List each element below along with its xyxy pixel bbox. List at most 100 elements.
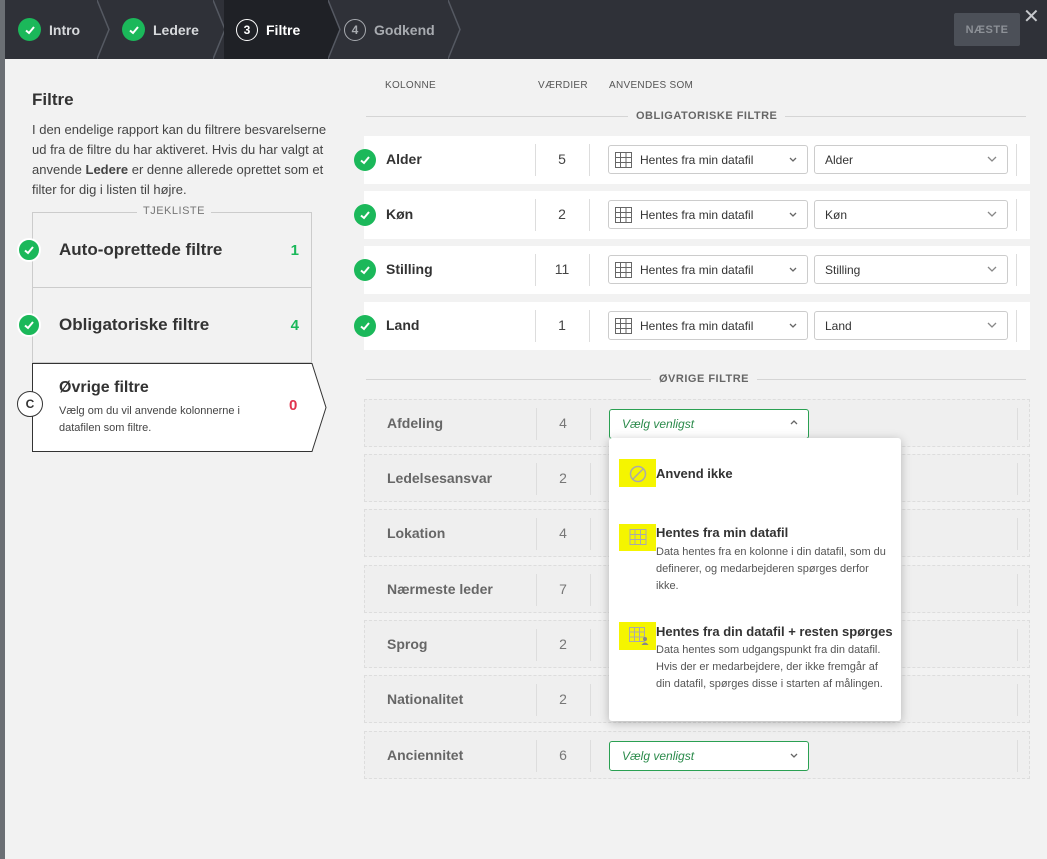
close-icon[interactable]: ✕ <box>1023 4 1040 29</box>
checklist-item-count: 1 <box>290 242 299 259</box>
divider <box>590 463 591 495</box>
filter-name: Lokation <box>387 525 446 541</box>
source-select[interactable]: Hentes fra min datafil <box>608 200 808 229</box>
checklist: TJEKLISTE Auto-oprettede filtre 1 Obliga… <box>17 205 327 452</box>
checklist-item-count: 0 <box>289 397 298 414</box>
intro-text-bold: Ledere <box>85 162 129 177</box>
select-value: Hentes fra min datafil <box>640 152 754 167</box>
filter-values: 2 <box>559 636 567 652</box>
checklist-item-count: 4 <box>290 317 299 334</box>
divider <box>590 629 591 661</box>
divider <box>1016 254 1017 286</box>
filter-values: 4 <box>559 525 567 541</box>
chevron-down-icon <box>789 323 797 328</box>
step-number: 3 <box>236 18 258 41</box>
filter-values: 11 <box>554 261 570 277</box>
next-button[interactable]: NÆSTE <box>954 13 1020 46</box>
usage-select-open[interactable]: Vælg venligst <box>609 409 809 439</box>
grid-icon <box>629 529 647 545</box>
checklist-item-title: Øvrige filtre <box>59 379 149 396</box>
filter-values: 2 <box>559 470 567 486</box>
check-icon <box>354 149 376 171</box>
option-anvend-ikke[interactable]: Anvend ikke <box>609 438 901 514</box>
step-active-arrow <box>328 0 341 59</box>
step-label: Godkend <box>374 21 435 38</box>
chevron-down-icon <box>987 322 997 328</box>
option-title: Hentes fra din datafil + resten spørges <box>656 624 893 639</box>
chevron-down-icon <box>789 212 797 217</box>
ban-icon <box>629 465 647 483</box>
option-title: Hentes fra min datafil <box>656 525 789 540</box>
step-label: Filtre <box>266 21 301 38</box>
select-value: Vælg venligst <box>622 749 695 763</box>
usage-select[interactable]: Vælg venligst <box>609 741 809 771</box>
column-select[interactable]: Stilling <box>814 255 1008 284</box>
select-value: Hentes fra min datafil <box>640 262 754 277</box>
divider <box>589 254 590 286</box>
option-hentes-datafil[interactable]: Hentes fra min datafil Data hentes fra e… <box>609 514 901 604</box>
divider <box>1016 199 1017 231</box>
column-select[interactable]: Køn <box>814 200 1008 229</box>
grid-person-icon <box>629 627 649 645</box>
filter-row: Land 1 Hentes fra min datafil Land <box>354 302 1030 350</box>
filter-name: Ledelsesansvar <box>387 470 493 486</box>
section-mandatory: OBLIGATORISKE FILTRE <box>628 110 786 122</box>
filter-values: 2 <box>558 206 566 222</box>
filter-name: Køn <box>386 206 414 222</box>
option-desc: Data hentes som udgangspunkt fra din dat… <box>656 644 883 690</box>
select-value: Vælg venligst <box>622 417 695 431</box>
step-filtre[interactable]: 3 Filtre <box>224 0 328 59</box>
grid-icon <box>615 262 632 278</box>
select-value: Stilling <box>825 262 861 277</box>
check-icon <box>122 18 145 41</box>
stepper-bar: Intro Ledere 3 Filtre 4 Godkend NÆSTE ✕ <box>5 0 1047 59</box>
check-icon <box>354 204 376 226</box>
divider <box>1017 684 1018 716</box>
checklist-item-mandatory[interactable]: Obligatoriske filtre 4 <box>17 288 311 363</box>
grid-icon <box>615 152 632 168</box>
column-select[interactable]: Land <box>814 311 1008 340</box>
filter-modal: Intro Ledere 3 Filtre 4 Godkend NÆSTE ✕ … <box>5 0 1047 859</box>
chevron-down-icon <box>789 267 797 272</box>
usage-dropdown-menu: Anvend ikke Hentes fra min datafil Data … <box>609 438 901 721</box>
filter-name: Afdeling <box>387 415 443 431</box>
chevron-down-icon <box>987 156 997 162</box>
check-icon <box>354 259 376 281</box>
divider <box>1017 518 1018 550</box>
select-value: Hentes fra min datafil <box>640 318 754 333</box>
col-header-kolonne: KOLONNE <box>385 80 437 91</box>
filter-name: Land <box>386 317 420 333</box>
filter-name: Nærmeste leder <box>387 581 493 597</box>
step-marker: C <box>17 391 43 417</box>
chevron-up-icon <box>790 420 798 425</box>
filter-name: Alder <box>386 151 422 167</box>
step-number: 4 <box>344 18 366 41</box>
filter-row: Stilling 11 Hentes fra min datafil Still… <box>354 246 1030 294</box>
divider <box>590 740 591 772</box>
divider <box>590 408 591 440</box>
step-label: Intro <box>49 21 81 38</box>
source-select[interactable]: Hentes fra min datafil <box>608 311 808 340</box>
option-hentes-datafil-spoerges[interactable]: Hentes fra din datafil + resten spørges … <box>609 614 901 721</box>
divider <box>1017 408 1018 440</box>
checklist-item-other[interactable]: C Øvrige filtre Vælg om du vil anvende k… <box>17 363 333 452</box>
filter-values: 4 <box>559 415 567 431</box>
divider <box>589 199 590 231</box>
divider <box>590 574 591 606</box>
column-select[interactable]: Alder <box>814 145 1008 174</box>
divider <box>1017 740 1018 772</box>
divider <box>1017 463 1018 495</box>
filter-values: 5 <box>558 151 566 167</box>
option-title: Anvend ikke <box>656 466 733 481</box>
step-intro[interactable]: Intro <box>5 0 110 59</box>
step-ledere[interactable]: Ledere <box>109 0 226 59</box>
checklist-item-auto[interactable]: Auto-oprettede filtre 1 <box>17 213 311 288</box>
divider <box>590 518 591 550</box>
source-select[interactable]: Hentes fra min datafil <box>608 145 808 174</box>
source-select[interactable]: Hentes fra min datafil <box>608 255 808 284</box>
step-godkend[interactable]: 4 Godkend <box>342 0 462 59</box>
filter-row: Køn 2 Hentes fra min datafil Køn <box>354 191 1030 239</box>
filter-values: 1 <box>558 317 566 333</box>
checklist-item-title: Auto-oprettede filtre <box>59 240 223 259</box>
filter-values: 7 <box>559 581 567 597</box>
